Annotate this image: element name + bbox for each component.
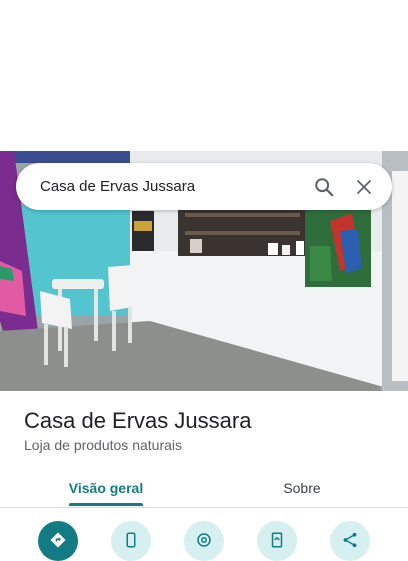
directions-icon <box>49 531 67 554</box>
save-icon <box>268 531 286 554</box>
tab-bar: Visão geral Sobre <box>0 468 408 508</box>
share-button[interactable] <box>330 521 370 561</box>
tab-overview[interactable]: Visão geral <box>40 468 172 507</box>
search-icon[interactable] <box>304 167 344 207</box>
close-icon[interactable] <box>344 167 384 207</box>
phone-icon <box>122 531 140 554</box>
website-icon <box>195 531 213 554</box>
place-category: Loja de produtos naturais <box>24 437 182 453</box>
tab-about[interactable]: Sobre <box>236 468 368 507</box>
place-title: Casa de Ervas Jussara <box>24 408 252 433</box>
website-button[interactable] <box>184 521 224 561</box>
search-query[interactable]: Casa de Ervas Jussara <box>40 178 304 195</box>
search-bar[interactable]: Casa de Ervas Jussara <box>16 163 392 210</box>
call-button[interactable] <box>111 521 151 561</box>
tab-selected-indicator <box>69 503 143 506</box>
save-button[interactable] <box>257 521 297 561</box>
directions-button[interactable] <box>38 521 78 561</box>
share-icon <box>341 531 359 554</box>
